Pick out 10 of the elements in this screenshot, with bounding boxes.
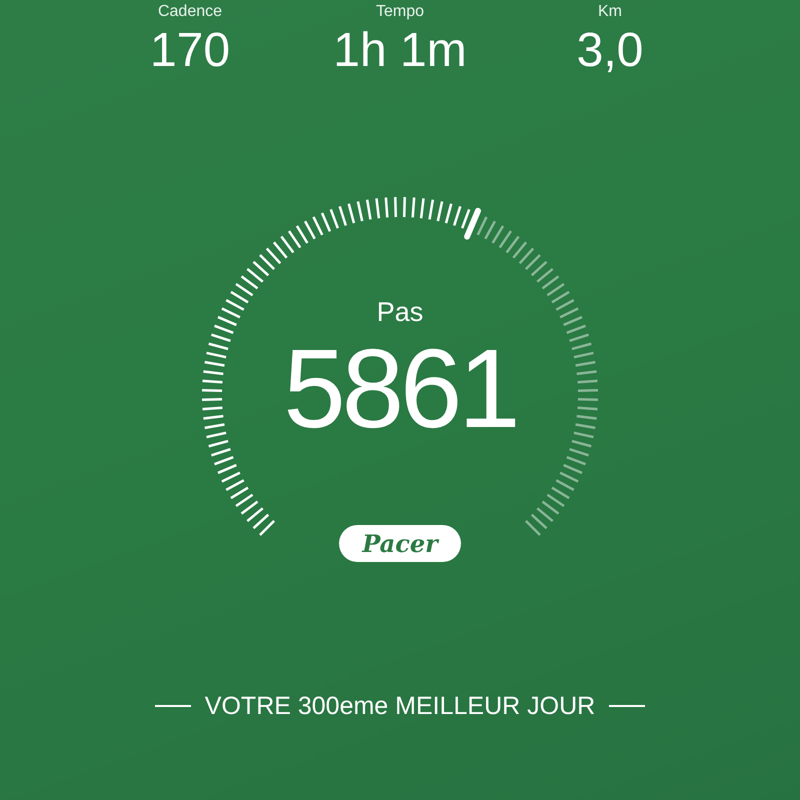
best-day-text: VOTRE 300eme MEILLEUR JOUR xyxy=(204,691,596,721)
stat-label: Km xyxy=(598,2,622,22)
steps-count: 5861 xyxy=(283,329,517,449)
stat-label: Tempo xyxy=(376,2,424,22)
logo: Pacer xyxy=(339,525,461,562)
stat-value: 1h 1m xyxy=(333,23,467,79)
stat-value: 3,0 xyxy=(576,23,644,79)
steps-label: Pas xyxy=(376,296,424,329)
stat-value: 170 xyxy=(150,23,230,79)
stat-label: Cadence xyxy=(158,2,222,22)
